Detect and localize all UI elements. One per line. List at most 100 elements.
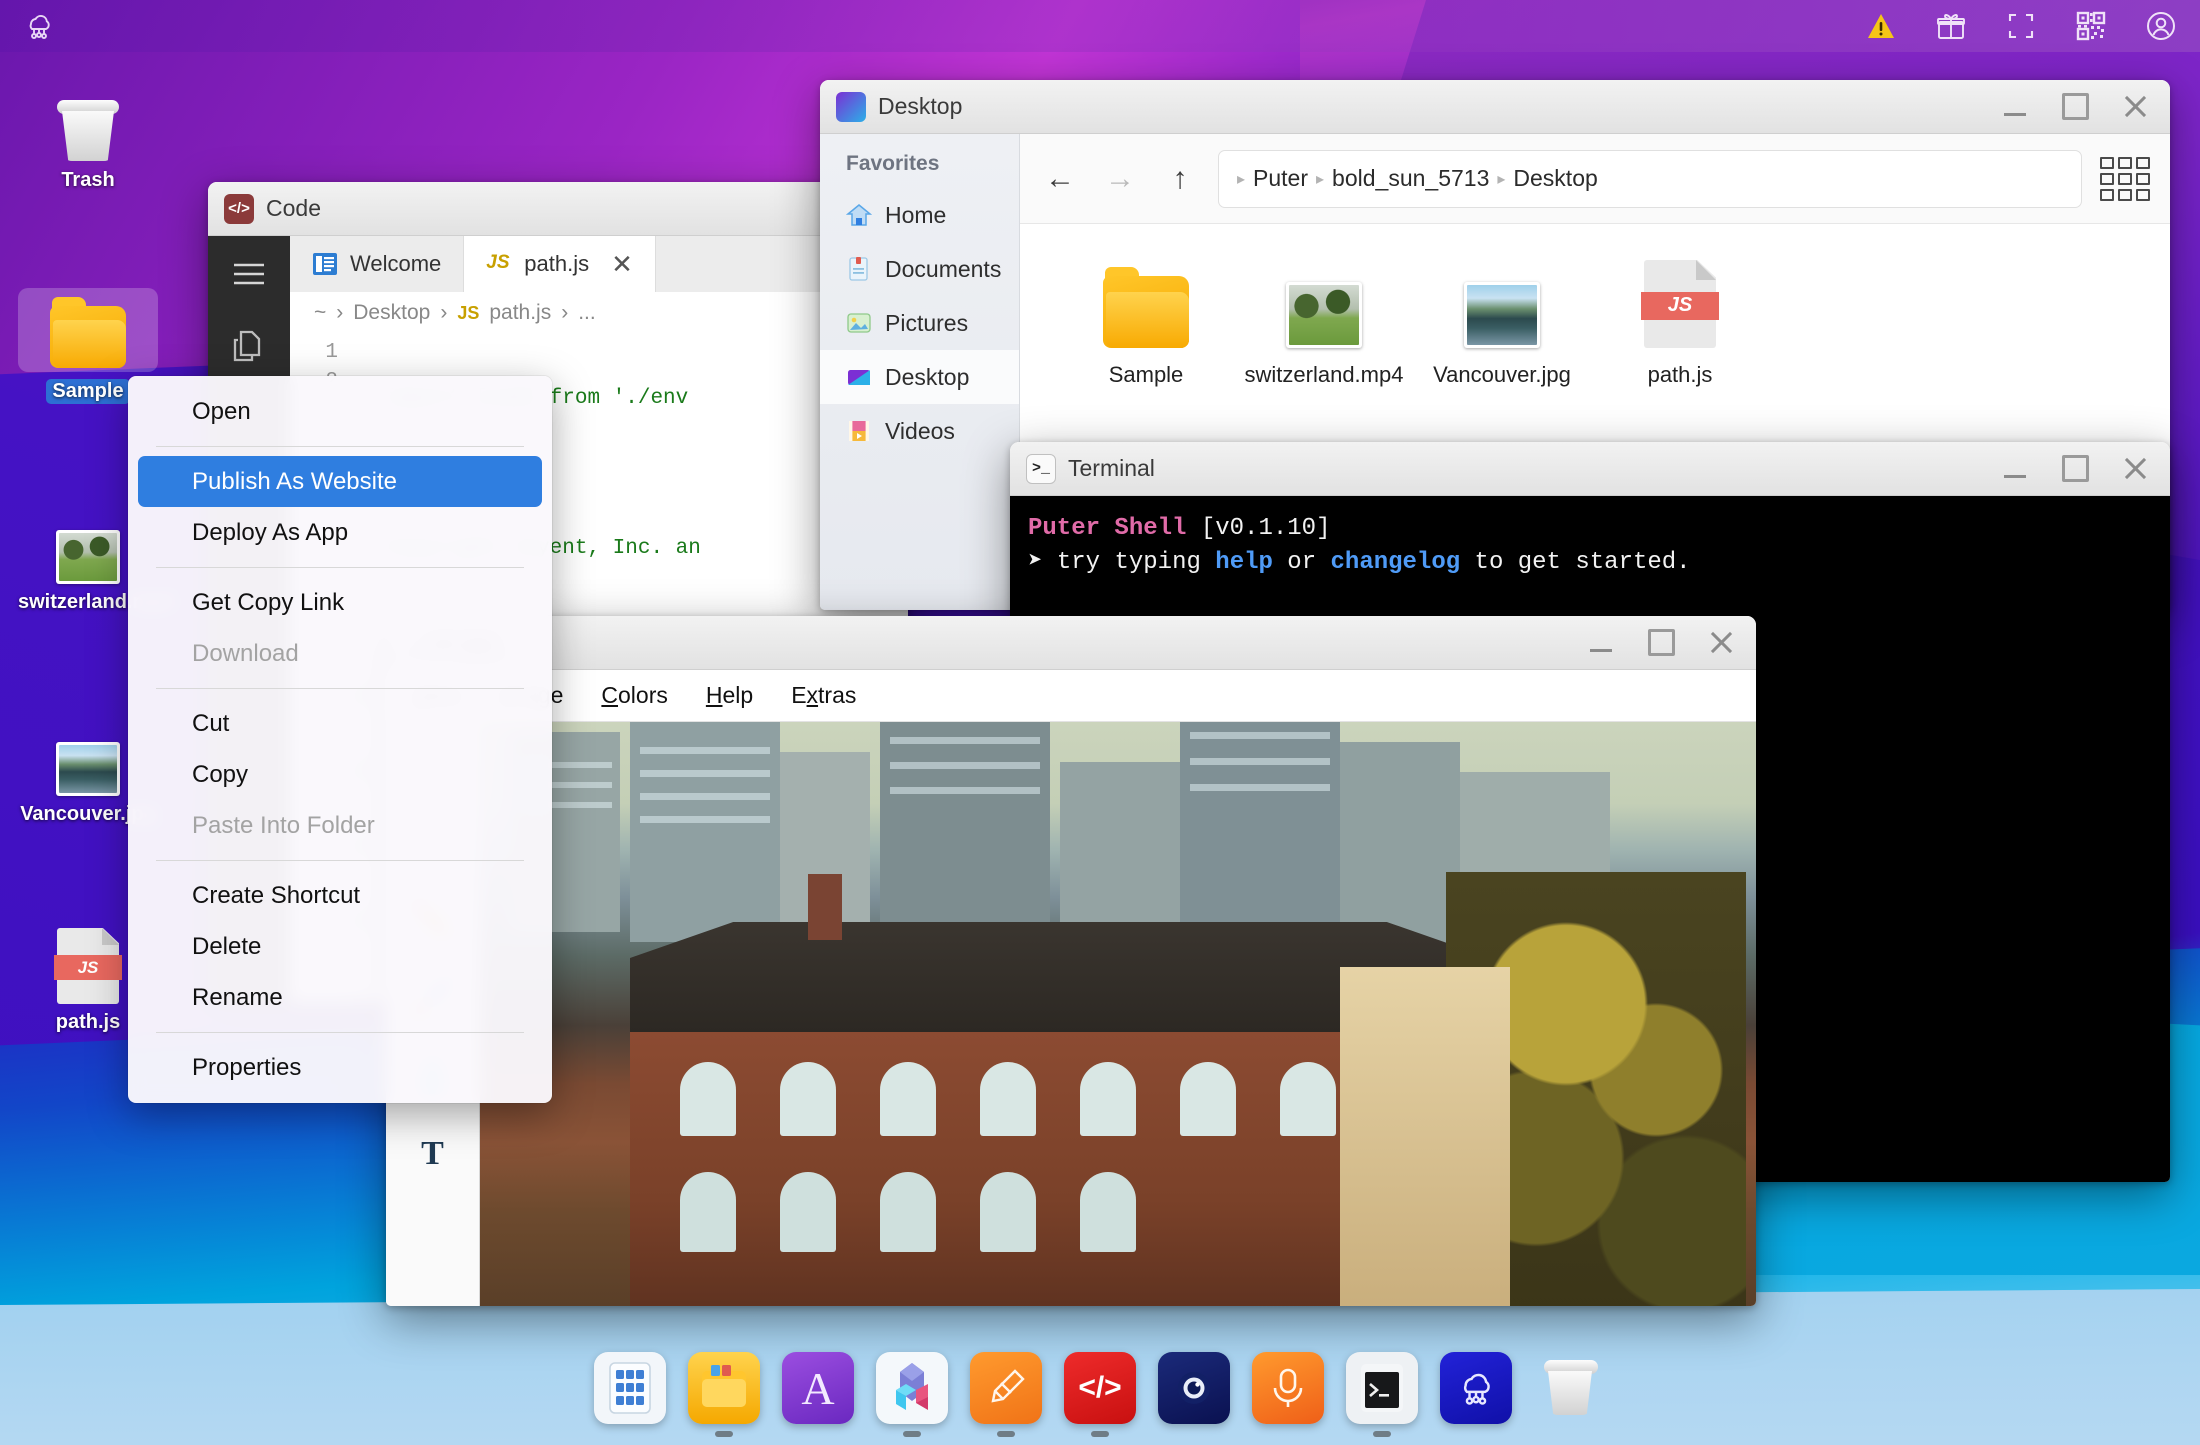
tab-pathjs[interactable]: JS path.js ✕ [464, 236, 656, 292]
dock-item-paint-app[interactable] [970, 1352, 1042, 1437]
close-button[interactable] [2122, 94, 2148, 120]
menu-separator [156, 446, 524, 447]
code-app-icon: </> [1064, 1352, 1136, 1424]
context-menu-item-deploy-as-app[interactable]: Deploy As App [128, 507, 552, 558]
context-menu-item-cut[interactable]: Cut [128, 698, 552, 749]
js-file-icon: JS [1594, 252, 1766, 348]
sidebar-item-label: Videos [885, 417, 955, 444]
breadcrumb-item[interactable]: ... [578, 301, 596, 325]
close-button[interactable] [2122, 456, 2148, 482]
menu-colors[interactable]: Colors [601, 682, 667, 709]
menu-extras[interactable]: Extras [791, 682, 856, 709]
prompt-glyph: ➤ [1028, 549, 1043, 577]
minimize-button[interactable] [2002, 456, 2028, 482]
desktop-icon-trash[interactable]: Trash [18, 78, 158, 192]
puter-cloud-logo[interactable] [22, 9, 56, 43]
paint-window-controls[interactable] [1588, 629, 1744, 656]
breadcrumb-desktop[interactable]: Desktop [1513, 165, 1597, 192]
hamburger-menu-icon[interactable] [227, 254, 271, 294]
context-menu-item-delete[interactable]: Delete [128, 921, 552, 972]
file-label: path.js [1647, 362, 1713, 387]
menu-separator [156, 1032, 524, 1033]
image-canvas[interactable] [480, 722, 1756, 1306]
grid-view-icon[interactable] [2098, 155, 2152, 203]
desktop-icon-label: Sample [46, 379, 130, 404]
file-label: Vancouver.jpg [1433, 362, 1571, 387]
minimize-button[interactable] [2002, 94, 2028, 120]
address-bar[interactable]: ▸ Puter ▸ bold_sun_5713 ▸ Desktop [1218, 149, 2082, 208]
dock-item-blocks-app[interactable] [876, 1352, 948, 1437]
gift-icon[interactable] [1934, 9, 1968, 43]
terminal-window-controls[interactable] [2002, 455, 2158, 482]
context-menu-item-create-shortcut[interactable]: Create Shortcut [128, 870, 552, 921]
paint-window-title: ...ver.jpg [408, 629, 1588, 656]
minimize-button[interactable] [1588, 630, 1614, 656]
context-menu-item-rename[interactable]: Rename [128, 972, 552, 1023]
sidebar-item-documents[interactable]: Documents [820, 242, 1019, 296]
files-explorer-icon[interactable] [227, 328, 271, 368]
explorer-titlebar[interactable]: Desktop [820, 80, 2170, 134]
fullscreen-icon[interactable] [2004, 9, 2038, 43]
dock-item-text-editor[interactable]: A [782, 1352, 854, 1437]
sidebar-item-desktop[interactable]: Desktop [820, 350, 1019, 404]
terminal-line-banner: Puter Shell [v0.1.10] [1028, 512, 2152, 546]
breadcrumb-puter[interactable]: Puter [1253, 165, 1308, 192]
explorer-window-controls[interactable] [2002, 93, 2158, 120]
sidebar-item-label: Desktop [885, 363, 970, 390]
text-tool-icon[interactable]: T [407, 1132, 459, 1176]
context-menu-item-properties[interactable]: Properties [128, 1042, 552, 1093]
breadcrumb-sep: › [561, 301, 569, 324]
dock-item-app-launcher[interactable] [594, 1352, 666, 1437]
context-menu-item-publish-as-website[interactable]: Publish As Website [138, 456, 542, 507]
tab-close-icon[interactable]: ✕ [611, 251, 633, 277]
dock-item-recorder-app[interactable] [1252, 1352, 1324, 1437]
paint-menubar[interactable]: View Image Colors Help Extras [386, 670, 1756, 722]
image-editor-window[interactable]: ...ver.jpg View Image Colors Help Extras… [386, 616, 1756, 1306]
context-menu-item-open[interactable]: Open [128, 386, 552, 437]
terminal-titlebar[interactable]: >_ Terminal [1010, 442, 2170, 496]
maximize-button[interactable] [2061, 93, 2089, 120]
sidebar-item-videos[interactable]: Videos [820, 404, 1019, 458]
sidebar-item-label: Home [885, 201, 947, 228]
warning-icon[interactable] [1864, 9, 1898, 43]
dock-item-camera-app[interactable] [1158, 1352, 1230, 1437]
paint-body: ✏️ 🖌️ 🧴 T [386, 722, 1756, 1306]
context-menu-item-copy[interactable]: Copy [128, 749, 552, 800]
hint-command-changelog[interactable]: changelog [1331, 549, 1461, 576]
code-window-titlebar[interactable]: </> Code [208, 182, 908, 236]
maximize-button[interactable] [1647, 629, 1675, 656]
dock-item-file-manager[interactable] [688, 1352, 760, 1437]
breadcrumb-user[interactable]: bold_sun_5713 [1332, 165, 1489, 192]
explorer-window-title: Desktop [878, 93, 963, 119]
menu-help[interactable]: Help [706, 682, 753, 709]
close-button[interactable] [1708, 630, 1734, 656]
qr-code-icon[interactable] [2074, 9, 2108, 43]
paint-titlebar[interactable]: ...ver.jpg [386, 616, 1756, 670]
maximize-button[interactable] [2061, 455, 2089, 482]
tab-label: Welcome [350, 251, 442, 276]
up-button[interactable]: ↑ [1158, 157, 1202, 201]
sidebar-item-home[interactable]: Home [820, 188, 1019, 242]
breadcrumb-item[interactable]: path.js [489, 301, 551, 325]
breadcrumb-item[interactable]: Desktop [353, 301, 430, 325]
hint-text: to get started. [1460, 549, 1691, 577]
dock-item-terminal-app[interactable] [1346, 1352, 1418, 1437]
recorder-app-icon [1252, 1352, 1324, 1424]
dock-item-puter-app[interactable] [1440, 1352, 1512, 1437]
context-menu-item-get-copy-link[interactable]: Get Copy Link [128, 577, 552, 628]
tab-welcome[interactable]: Welcome [290, 236, 465, 292]
user-account-icon[interactable] [2144, 9, 2178, 43]
sidebar-item-pictures[interactable]: Pictures [820, 296, 1019, 350]
dock-item-trash[interactable] [1534, 1352, 1606, 1437]
explorer-sidebar: Favorites Home Documents Pictures Deskto… [820, 134, 1020, 610]
code-tabs[interactable]: Welcome JS path.js ✕ [290, 236, 908, 292]
breadcrumb-item[interactable]: ~ [314, 301, 326, 325]
hint-command-help[interactable]: help [1215, 549, 1273, 576]
desktop[interactable]: Trash Sample switzerland.mp4 Vancouver.j… [0, 0, 2200, 1445]
folder-icon [18, 288, 158, 372]
context-menu[interactable]: Open Publish As Website Deploy As App Ge… [128, 376, 552, 1103]
back-button[interactable]: ← [1038, 157, 1082, 201]
running-indicator [715, 1431, 733, 1437]
dock-item-code-app[interactable]: </> [1064, 1352, 1136, 1437]
forward-button[interactable]: → [1098, 157, 1142, 201]
